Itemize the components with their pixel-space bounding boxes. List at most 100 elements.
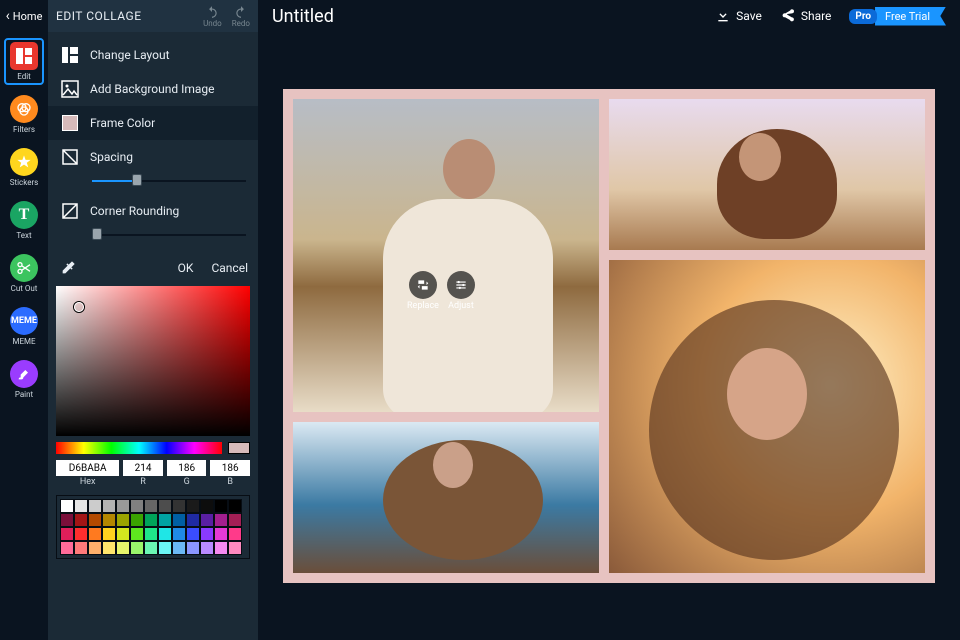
sv-cursor[interactable] bbox=[74, 302, 84, 312]
collage-cell-1[interactable]: Replace Adjust bbox=[293, 99, 599, 412]
swatch[interactable] bbox=[130, 513, 144, 527]
swatch[interactable] bbox=[228, 527, 242, 541]
swatch[interactable] bbox=[88, 541, 102, 555]
swatch[interactable] bbox=[116, 527, 130, 541]
swatch[interactable] bbox=[88, 513, 102, 527]
swatch[interactable] bbox=[214, 513, 228, 527]
hue-slider[interactable] bbox=[56, 442, 222, 454]
swatch[interactable] bbox=[214, 541, 228, 555]
collage-cell-4[interactable] bbox=[609, 260, 925, 573]
rail-text[interactable]: T Text bbox=[4, 197, 44, 244]
swatch[interactable] bbox=[74, 527, 88, 541]
save-button[interactable]: Save bbox=[715, 8, 762, 24]
cancel-button[interactable]: Cancel bbox=[211, 261, 248, 275]
swatch[interactable] bbox=[74, 541, 88, 555]
color-sv-area[interactable] bbox=[56, 286, 250, 436]
swatch[interactable] bbox=[102, 541, 116, 555]
swatch[interactable] bbox=[130, 527, 144, 541]
free-trial-ribbon[interactable]: Pro Free Trial bbox=[849, 7, 946, 26]
b-input[interactable] bbox=[210, 460, 250, 476]
share-button[interactable]: Share bbox=[780, 8, 832, 24]
g-input[interactable] bbox=[167, 460, 207, 476]
undo-button[interactable]: Undo bbox=[203, 5, 222, 28]
ok-button[interactable]: OK bbox=[178, 261, 194, 275]
swatch[interactable] bbox=[74, 513, 88, 527]
swatch[interactable] bbox=[116, 541, 130, 555]
eyedropper-button[interactable] bbox=[58, 258, 78, 278]
swatch[interactable] bbox=[130, 541, 144, 555]
swatch[interactable] bbox=[144, 527, 158, 541]
collage-icon bbox=[10, 42, 38, 70]
replace-button[interactable]: Replace bbox=[407, 271, 439, 311]
collage-frame[interactable]: Replace Adjust bbox=[283, 89, 935, 583]
brush-icon bbox=[10, 360, 38, 388]
collage-cell-3[interactable] bbox=[293, 422, 599, 573]
swatch[interactable] bbox=[186, 541, 200, 555]
hex-input[interactable] bbox=[56, 460, 119, 476]
panel-header: EDIT COLLAGE Undo Redo bbox=[48, 0, 258, 32]
swatch[interactable] bbox=[116, 499, 130, 513]
swatch[interactable] bbox=[200, 513, 214, 527]
swatch[interactable] bbox=[228, 541, 242, 555]
swatch[interactable] bbox=[88, 499, 102, 513]
swatch[interactable] bbox=[172, 513, 186, 527]
spacing-icon bbox=[60, 147, 80, 167]
swatch[interactable] bbox=[102, 499, 116, 513]
swatch[interactable] bbox=[158, 541, 172, 555]
rail-filters[interactable]: Filters bbox=[4, 91, 44, 138]
rail-paint[interactable]: Paint bbox=[4, 356, 44, 403]
opt-corner-rounding[interactable]: Corner Rounding bbox=[48, 194, 258, 228]
rail-meme[interactable]: MEME MEME bbox=[4, 303, 44, 350]
swatch[interactable] bbox=[74, 499, 88, 513]
collage-cell-2[interactable] bbox=[609, 99, 925, 250]
swatch[interactable] bbox=[158, 499, 172, 513]
edit-collage-panel: Change Layout Add Background Image Frame… bbox=[48, 32, 258, 640]
swatch[interactable] bbox=[144, 499, 158, 513]
swatch[interactable] bbox=[214, 527, 228, 541]
swatch[interactable] bbox=[144, 513, 158, 527]
swatch[interactable] bbox=[60, 499, 74, 513]
opt-change-layout[interactable]: Change Layout bbox=[48, 38, 258, 72]
swatch[interactable] bbox=[158, 513, 172, 527]
opt-spacing[interactable]: Spacing bbox=[48, 140, 258, 174]
swatch[interactable] bbox=[172, 527, 186, 541]
r-input[interactable] bbox=[123, 460, 163, 476]
swatch[interactable] bbox=[172, 499, 186, 513]
rail-edit[interactable]: Edit bbox=[4, 38, 44, 85]
spacing-slider[interactable] bbox=[92, 174, 246, 188]
document-title[interactable]: Untitled bbox=[272, 6, 715, 27]
swatch[interactable] bbox=[60, 513, 74, 527]
home-button[interactable]: Home bbox=[0, 0, 48, 32]
swatch[interactable] bbox=[186, 499, 200, 513]
swatch[interactable] bbox=[102, 527, 116, 541]
swatch[interactable] bbox=[116, 513, 130, 527]
current-color-swatch bbox=[228, 442, 250, 454]
swatch[interactable] bbox=[144, 541, 158, 555]
swatch[interactable] bbox=[200, 527, 214, 541]
swatch[interactable] bbox=[228, 513, 242, 527]
meme-icon: MEME bbox=[10, 307, 38, 335]
canvas-area[interactable]: Replace Adjust bbox=[258, 32, 960, 640]
text-icon: T bbox=[10, 201, 38, 229]
swatch[interactable] bbox=[102, 513, 116, 527]
swatch[interactable] bbox=[214, 499, 228, 513]
swatch[interactable] bbox=[172, 541, 186, 555]
redo-button[interactable]: Redo bbox=[232, 5, 250, 28]
corner-slider[interactable] bbox=[92, 228, 246, 242]
rail-cutout[interactable]: Cut Out bbox=[4, 250, 44, 297]
swatch[interactable] bbox=[186, 527, 200, 541]
swatch[interactable] bbox=[186, 513, 200, 527]
opt-add-background[interactable]: Add Background Image bbox=[48, 72, 258, 106]
swatch[interactable] bbox=[60, 541, 74, 555]
rail-stickers[interactable]: Stickers bbox=[4, 144, 44, 191]
swatch[interactable] bbox=[60, 527, 74, 541]
swatch[interactable] bbox=[200, 499, 214, 513]
swatch[interactable] bbox=[130, 499, 144, 513]
opt-frame-color[interactable]: Frame Color bbox=[48, 106, 258, 140]
swatch[interactable] bbox=[158, 527, 172, 541]
swatch[interactable] bbox=[88, 527, 102, 541]
swatch[interactable] bbox=[200, 541, 214, 555]
adjust-button[interactable]: Adjust bbox=[447, 271, 475, 311]
layout-icon bbox=[60, 45, 80, 65]
swatch[interactable] bbox=[228, 499, 242, 513]
